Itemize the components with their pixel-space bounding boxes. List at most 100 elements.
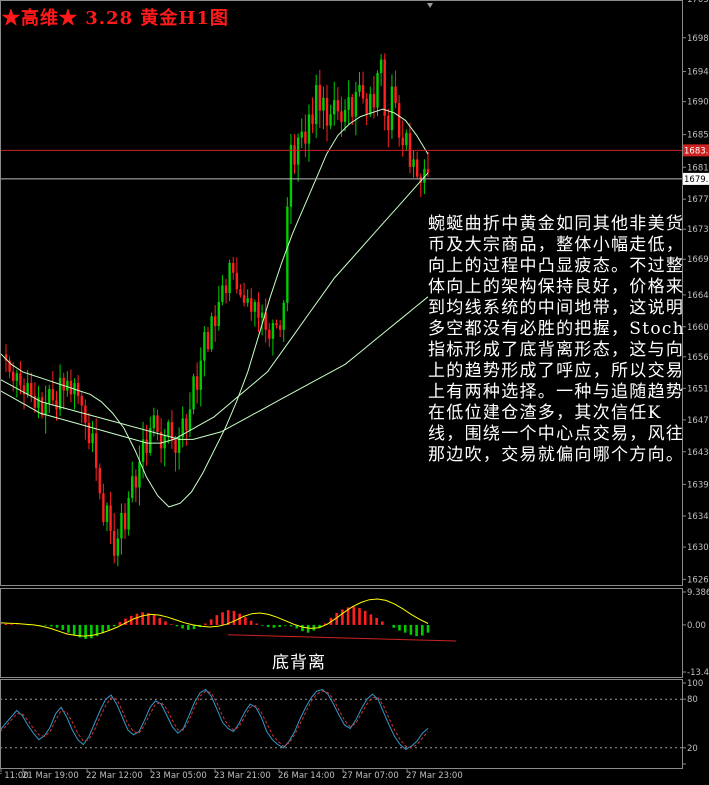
y-tick-label: 1630.65 <box>687 543 709 553</box>
candle-body <box>322 97 325 111</box>
x-tick-label: 23 Mar 21:00 <box>214 771 271 781</box>
macd-y-tick-label: 9.386 <box>687 588 709 598</box>
candle-body <box>329 114 332 126</box>
candle-body <box>221 285 224 303</box>
candle-body <box>152 415 156 429</box>
candle-body <box>55 400 58 410</box>
macd-panel <box>0 598 457 642</box>
candle-body <box>260 312 264 318</box>
y-tick-label: 1634.80 <box>687 512 709 522</box>
candle-body <box>246 298 249 303</box>
candle-body <box>15 373 19 381</box>
candle-body <box>307 114 311 144</box>
candle-body <box>369 94 372 115</box>
candle-body <box>40 397 44 416</box>
candle-body <box>390 86 394 131</box>
macd-y-tick-label: -13.42 <box>687 668 709 678</box>
candle-body <box>138 461 141 488</box>
x-tick-label: 27 Mar 07:00 <box>342 771 399 781</box>
x-tick-label: 27 Mar 23:00 <box>406 771 463 781</box>
candle-body <box>333 100 336 115</box>
candle-body <box>80 395 83 406</box>
candle-body <box>210 316 213 350</box>
y-tick-label: 1673.00 <box>687 225 709 235</box>
candle-body <box>354 91 358 117</box>
candle-body <box>286 206 289 303</box>
x-tick-label: 21 Mar 19:00 <box>22 771 79 781</box>
candle-body <box>192 376 195 410</box>
candle-body <box>365 98 368 115</box>
candle-body <box>336 100 340 112</box>
panel-frame <box>0 679 683 769</box>
candle-body <box>113 530 116 556</box>
candle-body <box>76 383 80 396</box>
candle-body <box>304 131 307 144</box>
y-tick-label: 1681.25 <box>687 163 709 173</box>
stochastic-panel <box>0 688 682 751</box>
candle-body <box>224 285 228 293</box>
candle-body <box>376 73 379 108</box>
candle-body <box>253 302 257 312</box>
candle-body <box>156 415 159 432</box>
candle-body <box>58 377 62 410</box>
candle-body <box>188 409 192 431</box>
candle-body <box>30 383 33 396</box>
candle-body <box>415 159 419 177</box>
chart-window: 1703.65 1698.50 1694.00 1690.00 1685.60 1681.… <box>0 0 709 785</box>
candle-body <box>185 418 188 431</box>
analysis-text: 蜿蜒曲折中黄金如同其他非美货币及大宗商品，整体小幅走低，向上的过程中凸显疲态。不… <box>428 214 685 465</box>
candle-body <box>397 103 401 138</box>
stoch-y-tick-label: 20 <box>687 744 698 754</box>
candle-body <box>91 433 94 444</box>
stoch-main-line <box>0 688 429 751</box>
candle-body <box>372 94 376 108</box>
candle-body <box>289 145 293 207</box>
ma-fast-line <box>0 108 429 508</box>
candle-body <box>387 115 390 131</box>
candle-body <box>383 59 386 116</box>
candle-body <box>412 159 415 167</box>
x-tick-label: 23 Mar 05:00 <box>150 771 207 781</box>
candle-body <box>123 512 127 530</box>
candle-body <box>401 137 404 146</box>
candle-body <box>145 439 148 453</box>
y-tick-label: 1703.65 <box>687 0 709 5</box>
candle-body <box>131 476 134 498</box>
candle-body <box>134 476 138 488</box>
candle-body <box>109 505 112 531</box>
candle-body <box>426 169 430 173</box>
y-tick-label: 1685.60 <box>687 131 709 141</box>
candle-body <box>217 302 221 327</box>
time-axis: 21 Mar 11:0021 Mar 19:0022 Mar 12:0023 M… <box>0 768 463 781</box>
candle-body <box>37 397 40 408</box>
y-tick-label: 1660.00 <box>687 323 709 333</box>
candle-body <box>105 505 109 522</box>
y-tick-label: 1690.00 <box>687 98 709 108</box>
candle-body <box>66 380 69 391</box>
candle-body <box>379 59 383 74</box>
candle-body <box>314 85 318 125</box>
x-tick-label: 26 Mar 14:00 <box>278 771 335 781</box>
candle-body <box>94 433 98 468</box>
candle-body <box>116 538 120 556</box>
candle-body <box>257 302 260 318</box>
candle-body <box>325 97 329 126</box>
candle-body <box>51 389 55 401</box>
candle-body <box>351 97 354 117</box>
candle-body <box>235 272 239 290</box>
candle-body <box>228 262 231 293</box>
candle-body <box>141 439 145 462</box>
current-bar-marker <box>427 3 433 8</box>
stoch-y-tick-label: 80 <box>687 695 698 705</box>
candle-body <box>213 316 217 327</box>
x-tick-label: 22 Mar 12:00 <box>86 771 143 781</box>
candle-body <box>239 289 242 296</box>
candle-body <box>343 109 347 122</box>
y-tick-label: 1669.00 <box>687 255 709 265</box>
macd-y-tick-label: 0.00 <box>687 621 706 631</box>
candle-body <box>340 111 343 122</box>
candle-body <box>300 131 303 138</box>
candle-body <box>232 262 235 273</box>
candle-body <box>275 323 278 326</box>
candle-body <box>405 133 408 146</box>
